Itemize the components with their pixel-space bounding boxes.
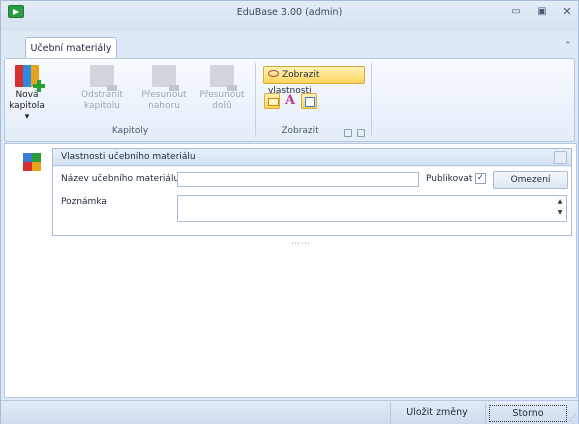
restrictions-button[interactable]: Omezení [493,171,568,189]
scroll-down-icon[interactable]: ▼ [554,207,566,218]
close-icon[interactable]: ✕ [557,4,577,20]
ribbon: Nová kapitola ▾ Odstranit kapitolu Přesu… [4,58,575,142]
resize-grip-icon[interactable]: ⋰ [569,413,577,422]
dialog-launcher-icon[interactable] [344,129,352,137]
move-down-label-1: Přesunout [199,90,245,100]
show-properties-button[interactable]: Zobrazit vlastnosti [263,66,365,96]
publish-checkbox[interactable]: ✓ [475,173,486,184]
layout-toggle-icon[interactable] [264,93,280,109]
tab-ucebni-materialy[interactable]: Učební materiály [25,37,117,59]
eye-icon [268,70,279,77]
name-input[interactable] [177,172,419,187]
group-label-kapitoly: Kapitoly [111,126,149,136]
group-label-zobrazit: Zobrazit [281,126,319,136]
dialog-launcher-icon-2[interactable] [357,129,365,137]
font-style-icon[interactable]: A [282,93,298,109]
publish-label: Publikovat [426,174,473,184]
properties-form: Název učebního materiálu Publikovat ✓ Om… [53,167,571,235]
note-label: Poznámka [61,197,107,207]
insert-frame-icon[interactable] [301,93,317,109]
move-up-icon [152,65,179,91]
statusbar-divider [390,403,391,423]
remove-chapter-label-1: Odstranit [81,90,123,100]
panel-toggle-checkbox[interactable] [554,151,567,164]
properties-panel: Vlastnosti učebního materiálu Název učeb… [52,148,572,236]
move-up-label-1: Přesunout [141,90,187,100]
learning-material-icon [23,153,41,171]
window-title: EduBase 3.00 (admin) [236,7,343,18]
properties-panel-title: Vlastnosti učebního materiálu [61,152,196,162]
splitter-handle[interactable]: ⋯⋯ [291,239,311,249]
move-up-label-2: nahoru [148,101,180,111]
scroll-up-icon[interactable]: ▲ [554,196,566,207]
move-down-button[interactable]: Přesunout dolů [197,61,247,112]
remove-chapter-button[interactable]: Odstranit kapitolu [77,61,127,112]
remove-chapter-label-2: kapitolu [83,101,121,111]
new-chapter-label-2: kapitola ▾ [9,101,45,122]
minimize-icon[interactable]: ▭ [506,4,526,20]
collapse-ribbon-icon[interactable]: ⌃ [564,41,572,51]
status-bar: Uložit změny Storno [1,400,578,424]
application-window: EduBase 3.00 (admin) ▭ ▣ ✕ Učební materi… [0,0,579,424]
note-textarea[interactable]: ▲ ▼ [177,195,567,222]
statusbar-divider-2 [485,403,486,423]
move-down-icon [210,65,237,91]
group-divider-2 [371,63,372,137]
note-scrollbar[interactable]: ▲ ▼ [554,196,566,221]
properties-panel-header: Vlastnosti učebního materiálu [53,149,571,166]
move-up-button[interactable]: Přesunout nahoru [137,61,191,112]
move-down-label-2: dolů [212,101,232,111]
maximize-icon[interactable]: ▣ [532,4,552,20]
new-chapter-icon [15,65,45,92]
title-bar[interactable]: EduBase 3.00 (admin) ▭ ▣ ✕ [1,1,578,31]
cancel-button[interactable]: Storno [489,405,567,422]
group-divider [255,63,256,137]
remove-chapter-icon [90,65,117,91]
new-chapter-button[interactable]: Nová kapitola ▾ [7,61,47,123]
name-label: Název učebního materiálu [61,174,180,184]
save-changes-button[interactable]: Uložit změny [393,405,481,422]
